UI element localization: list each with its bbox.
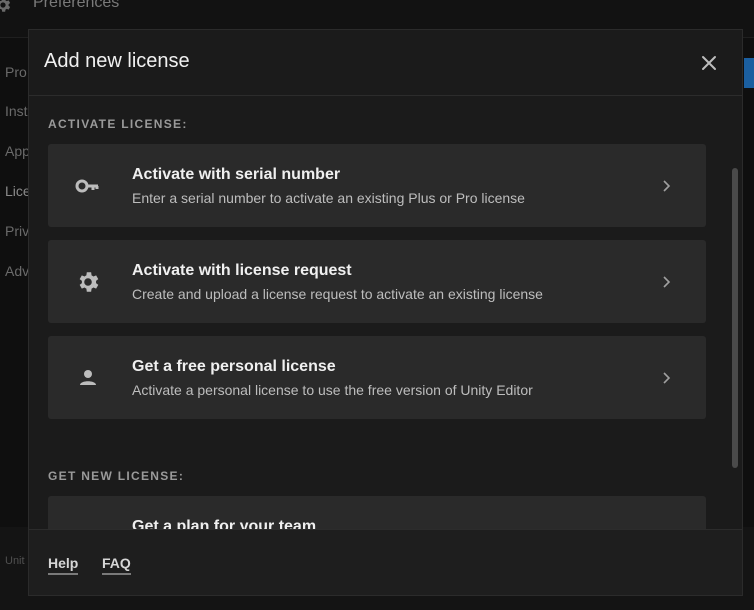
sidebar-item-installs[interactable]: Inst xyxy=(5,103,28,119)
gear-icon xyxy=(0,0,11,12)
chevron-right-icon xyxy=(663,180,671,192)
card-title: Activate with license request xyxy=(132,262,352,279)
section-label-get-new: GET NEW LICENSE: xyxy=(48,469,185,483)
activate-serial-card[interactable]: Activate with serial number Enter a seri… xyxy=(48,144,706,227)
footer-text: Unit xyxy=(5,555,25,567)
add-button-edge[interactable] xyxy=(744,58,754,88)
person-icon xyxy=(80,370,96,385)
team-plan-card[interactable]: Get a plan for your team xyxy=(48,496,706,529)
key-icon xyxy=(75,179,99,193)
chevron-right-icon xyxy=(663,276,671,288)
card-title: Get a free personal license xyxy=(132,358,336,375)
scrollbar-thumb[interactable] xyxy=(732,168,738,468)
add-license-dialog: Add new license ACTIVATE LICENSE: Activa… xyxy=(28,29,743,596)
dialog-footer: Help FAQ xyxy=(29,529,742,595)
sidebar-item-appearance[interactable]: App xyxy=(5,143,30,159)
dialog-header: Add new license xyxy=(29,30,742,96)
help-link[interactable]: Help xyxy=(48,555,79,575)
sidebar-item-privacy[interactable]: Priv xyxy=(5,223,29,239)
section-label-activate: ACTIVATE LICENSE: xyxy=(48,117,188,131)
card-title: Activate with serial number xyxy=(132,166,341,183)
faq-link[interactable]: FAQ xyxy=(102,555,131,575)
card-description: Enter a serial number to activate an exi… xyxy=(132,190,525,206)
dialog-title: Add new license xyxy=(44,50,190,72)
card-description: Create and upload a license request to a… xyxy=(132,286,543,302)
sidebar-item-projects[interactable]: Pro xyxy=(5,64,27,80)
close-icon[interactable] xyxy=(697,51,721,75)
activate-request-card[interactable]: Activate with license request Create and… xyxy=(48,240,706,323)
dialog-body[interactable]: ACTIVATE LICENSE: Activate with serial n… xyxy=(29,96,742,529)
card-description: Activate a personal license to use the f… xyxy=(132,382,533,398)
free-personal-card[interactable]: Get a free personal license Activate a p… xyxy=(48,336,706,419)
preferences-title: Preferences xyxy=(33,0,120,11)
sidebar-item-advanced[interactable]: Adv xyxy=(5,263,29,279)
gear-icon xyxy=(79,272,99,292)
chevron-right-icon xyxy=(663,372,671,384)
card-title: Get a plan for your team xyxy=(132,518,317,529)
sidebar-item-licenses[interactable]: Lice xyxy=(5,183,31,199)
